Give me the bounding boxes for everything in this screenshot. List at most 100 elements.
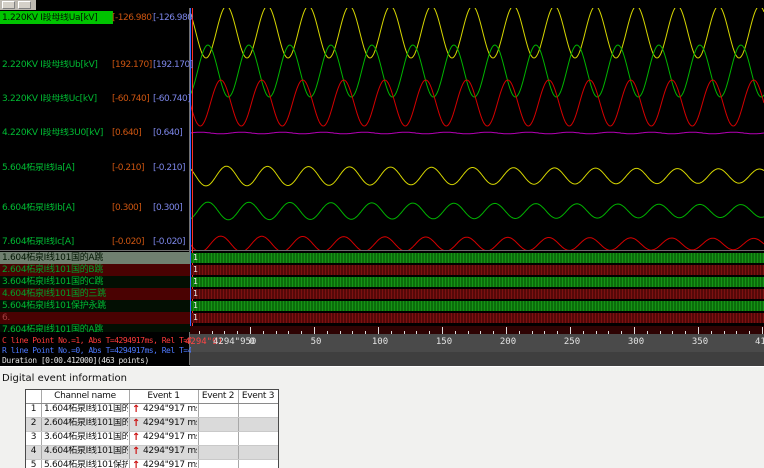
- analog-channel-value-cursor: [-126.980]: [153, 13, 193, 23]
- table-grid-vline: [129, 390, 130, 468]
- digital-channel-bar: 1: [191, 265, 764, 275]
- digital-event-table: Channel name Event 1 Event 2 Event 3 1 1.604柘…: [25, 389, 279, 468]
- table-cell-row-number: 3: [30, 432, 37, 442]
- window-button-2[interactable]: [18, 1, 31, 9]
- ruler-tick: [634, 327, 635, 334]
- analog-channel-value-instant: [-0.210]: [112, 163, 145, 173]
- table-header-event1: Event 1: [147, 391, 180, 401]
- analog-channel-label[interactable]: 2.220KV I段母线Ub[kV]: [2, 60, 112, 71]
- time-axis-label: 0: [249, 337, 255, 347]
- table-cell-event1: 4294"917 ms: [143, 404, 197, 414]
- digital-state-marker: 1: [193, 253, 198, 262]
- digital-channel-label[interactable]: 1.604柘泉I线101国的A跳: [0, 252, 190, 264]
- digital-event-panel: Digital event information Channel name Ev…: [0, 366, 764, 468]
- event-rise-arrow-icon: ↑: [132, 404, 141, 415]
- table-cell-event1: 4294"917 ms: [143, 460, 197, 468]
- event-rise-arrow-icon: ↑: [132, 446, 141, 457]
- table-cell-event1: 4294"917 ms: [143, 446, 197, 456]
- digital-channel-label[interactable]: 3.604柘泉I线101国的C跳: [0, 276, 190, 288]
- digital-channel-label-clipped[interactable]: 7.604柘泉I线101国的A跳: [0, 324, 190, 332]
- table-header-event3: Event 3: [241, 391, 275, 401]
- analog-digital-separator: [0, 250, 764, 251]
- event-rise-arrow-icon: ↑: [132, 418, 141, 429]
- table-grid-hline: [26, 417, 278, 418]
- analog-channel-value-cursor: [-60.740]: [153, 94, 191, 104]
- analog-waveform-plot: [190, 8, 764, 250]
- time-axis-label: 350: [691, 337, 709, 347]
- time-axis-label: 200: [499, 337, 517, 347]
- table-cell-row-number: 5: [30, 460, 37, 468]
- time-axis-label: 50: [310, 337, 322, 347]
- table-grid-vline: [198, 390, 199, 468]
- c-cursor-status: C line Point No.=1, Abs T=4294917ms, Rel…: [2, 336, 191, 345]
- plot-bottom-band: [190, 352, 764, 366]
- ruler-tick: [506, 327, 507, 334]
- analog-channel-value-cursor: [-0.210]: [153, 163, 186, 173]
- digital-state-marker: 1: [193, 301, 198, 310]
- table-grid-hline: [26, 459, 278, 460]
- event-rise-arrow-icon: ↑: [132, 432, 141, 443]
- analog-channel-value-instant: [-0.020]: [112, 237, 145, 247]
- analog-channel-value-instant: [-60.740]: [112, 94, 150, 104]
- r-cursor-status: R line Point No.=0, Abs T=4294917ms, Rel…: [2, 346, 191, 355]
- ruler-tick: [698, 327, 699, 334]
- table-grid-vline: [41, 390, 42, 468]
- table-cell-channel-name: 1.604柘泉I线101国的A跳: [44, 404, 128, 414]
- table-grid-hline: [26, 445, 278, 446]
- table-grid-vline: [238, 390, 239, 468]
- digital-state-marker: 1: [193, 265, 198, 274]
- table-header-event2: Event 2: [201, 391, 235, 401]
- table-grid-hline: [26, 403, 278, 404]
- digital-channel-bar: 1: [191, 313, 764, 323]
- analog-channel-value-cursor: [0.640]: [153, 128, 183, 138]
- duration-status: Duration [0:00.412000](463 points): [2, 356, 149, 365]
- digital-channel-bar: 1: [191, 289, 764, 299]
- digital-state-marker: 1: [193, 289, 198, 298]
- table-cell-channel-name: 2.604柘泉I线101国的B跳: [44, 418, 128, 428]
- table-cell-channel-name: 3.604柘泉I线101国的C跳: [44, 432, 128, 442]
- digital-state-marker: 1: [193, 313, 198, 322]
- waveform-trace: [190, 201, 764, 221]
- waveform-trace: [190, 8, 764, 59]
- time-axis-label: 300: [627, 337, 645, 347]
- table-row[interactable]: 3 3.604柘泉I线101国的C跳 ↑4294"917 ms: [26, 431, 278, 445]
- time-axis-label: 100: [371, 337, 389, 347]
- table-grid-hline: [26, 431, 278, 432]
- digital-channel-bar: 1: [191, 253, 764, 263]
- table-row[interactable]: 4 4.604柘泉I线101国的三跳 ↑4294"917 ms: [26, 445, 278, 459]
- table-cell-event1: 4294"917 ms: [143, 432, 197, 442]
- analog-channel-label[interactable]: 5.604柘泉I线Ia[A]: [2, 163, 112, 174]
- table-cell-channel-name: 5.604柘泉I线101保护永跳: [44, 460, 128, 468]
- table-row[interactable]: 5 5.604柘泉I线101保护永跳 ↑4294"917 ms: [26, 459, 278, 468]
- ruler-tick: [762, 327, 763, 334]
- digital-channel-label[interactable]: 4.604柘泉I线101国的三跳: [0, 288, 190, 300]
- table-cell-channel-name: 4.604柘泉I线101国的三跳: [44, 446, 128, 456]
- digital-channel-label[interactable]: 5.604柘泉I线101保护永跳: [0, 300, 190, 312]
- digital-channel-label[interactable]: 2.604柘泉I线101国的B跳: [0, 264, 190, 276]
- time-ruler[interactable]: [190, 326, 764, 334]
- waveform-trace: [190, 131, 764, 135]
- table-row[interactable]: 1 1.604柘泉I线101国的A跳 ↑4294"917 ms: [26, 403, 278, 417]
- table-row[interactable]: 2 2.604柘泉I线101国的B跳 ↑4294"917 ms: [26, 417, 278, 431]
- analog-channel-label[interactable]: 1.220KV I段母线Ua[kV]: [2, 13, 112, 24]
- digital-channel-label[interactable]: 6.: [0, 312, 190, 324]
- waveform-trace: [190, 79, 764, 127]
- analog-channel-value-cursor: [192.170]: [153, 60, 193, 70]
- waveform-trace: [190, 165, 764, 187]
- time-axis-band: 4294"91 4294"950 0 50 100 150 200 250 300 350 41: [185, 334, 764, 352]
- analog-channel-value-instant: [-126.980]: [112, 13, 153, 23]
- ruler-tick: [250, 327, 251, 334]
- analog-channel-label[interactable]: 6.604柘泉I线Ib[A]: [2, 203, 112, 214]
- fault-recorder-window: 4294"91 4294"950 0 50 100 150 200 250 300 350 41…: [0, 0, 764, 468]
- digital-state-marker: 1: [193, 277, 198, 286]
- digital-channel-bar: 1: [191, 277, 764, 287]
- ruler-tick: [314, 327, 315, 334]
- analog-channel-label[interactable]: 3.220KV I段母线Uc[kV]: [2, 94, 112, 105]
- analog-channel-label[interactable]: 4.220KV I段母线3U0[kV]: [2, 128, 112, 139]
- analog-channel-value-cursor: [0.300]: [153, 203, 183, 213]
- waveform-trace: [190, 235, 764, 250]
- analog-channel-label[interactable]: 7.604柘泉I线Ic[A]: [2, 237, 112, 248]
- analog-channel-value-instant: [192.170]: [112, 60, 152, 70]
- event-rise-arrow-icon: ↑: [132, 460, 141, 468]
- window-button-1[interactable]: [2, 1, 15, 9]
